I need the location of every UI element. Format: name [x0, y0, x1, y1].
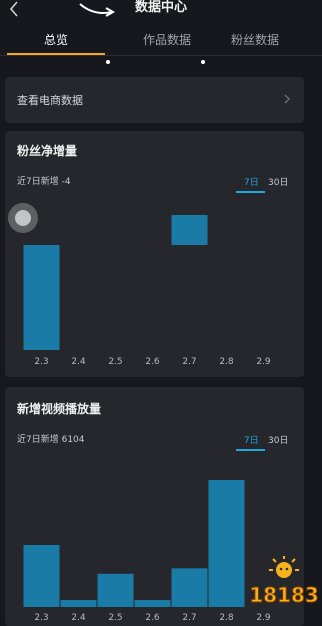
- tab-overview[interactable]: 总览: [7, 30, 105, 50]
- ecommerce-data-label: 查看电商数据: [17, 94, 83, 107]
- x-tick-label: 2.4: [71, 613, 86, 623]
- bar-2.4[interactable]: [60, 600, 97, 607]
- indicator-dot: [106, 60, 110, 64]
- indicator-dot: [201, 60, 205, 64]
- tab-fans-data[interactable]: 粉丝数据: [205, 30, 305, 50]
- x-tick-label: 2.7: [182, 357, 196, 367]
- x-tick-label: 2.5: [108, 357, 122, 367]
- watermark-logo: 18183: [249, 556, 319, 608]
- svg-text:18183: 18183: [249, 583, 319, 607]
- page-title: 数据中心: [134, 0, 187, 15]
- x-tick-label: 2.8: [219, 613, 234, 623]
- bar-2.3[interactable]: [23, 544, 60, 607]
- x-tick-label: 2.4: [71, 357, 86, 367]
- bar-2.7[interactable]: [171, 568, 208, 607]
- chevron-right-icon: [284, 94, 290, 104]
- bar-2.5[interactable]: [97, 573, 134, 607]
- top-bar: 数据中心: [0, 0, 322, 22]
- x-tick-label: 2.7: [182, 613, 196, 623]
- x-tick-label: 2.5: [108, 613, 122, 623]
- touch-indicator: [8, 203, 38, 233]
- tabs-divider: [0, 55, 322, 56]
- x-tick-label: 2.6: [145, 357, 160, 367]
- touch-indicator-core: [15, 210, 31, 226]
- x-tick-label: 2.3: [34, 613, 48, 623]
- ecommerce-data-row[interactable]: 查看电商数据: [5, 77, 304, 123]
- bar-2.7[interactable]: [171, 215, 208, 245]
- x-tick-label: 2.8: [219, 357, 234, 367]
- fans-bar-chart: 2.3 2.4 2.5 2.6 2.7 2.8 2.9: [23, 215, 271, 367]
- x-tick-label: 2.6: [145, 613, 160, 623]
- bar-2.3[interactable]: [23, 245, 60, 350]
- x-tick-label: 2.9: [256, 357, 271, 367]
- bar-2.8[interactable]: [208, 480, 245, 607]
- bar-2.6[interactable]: [134, 600, 171, 607]
- fans-net-increase-card: 粉丝净增量 近7日新增 -4 7日 30日 2.3 2.4 2.5 2.6 2.7 2.8…: [5, 131, 304, 377]
- x-tick-label: 2.3: [34, 357, 48, 367]
